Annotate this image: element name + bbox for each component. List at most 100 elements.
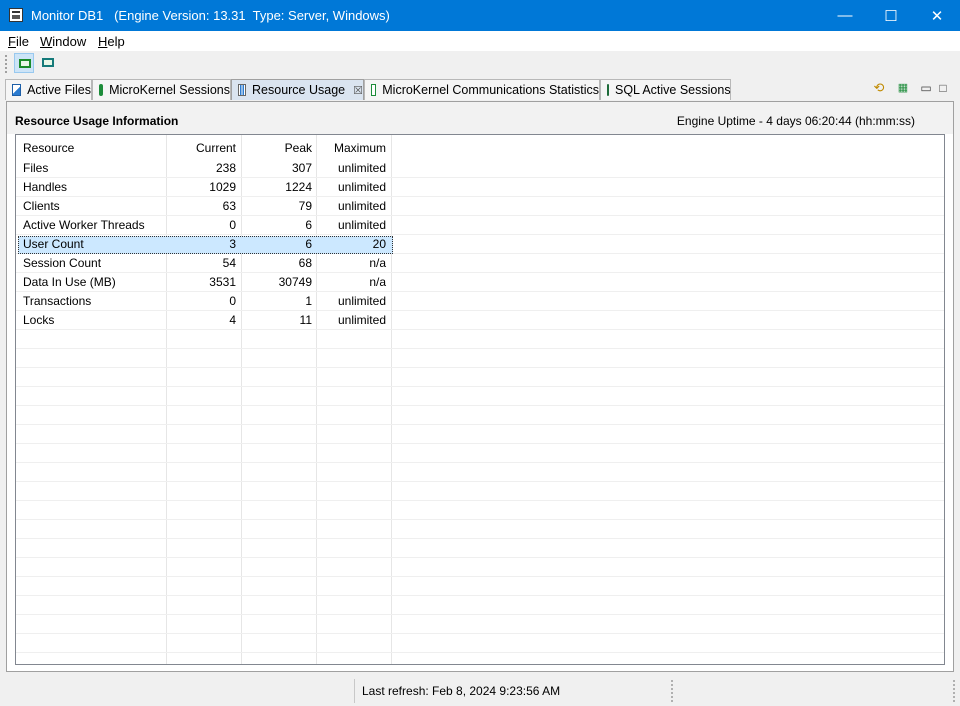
cell-resource: Files xyxy=(23,161,49,175)
resource-table[interactable]: Resource Current Peak Maximum Files 238 30… xyxy=(15,134,945,665)
row-divider xyxy=(16,424,944,425)
panel-title: Resource Usage Information xyxy=(15,114,179,128)
row-divider xyxy=(16,481,944,482)
cell-current: 238 xyxy=(215,161,236,175)
window-title: Monitor DB1 (Engine Version: 13.31 Type:… xyxy=(31,8,390,23)
row-divider xyxy=(16,576,944,577)
resource-usage-panel: Resource Usage Information Engine Uptime… xyxy=(6,101,954,672)
cell-resource: Locks xyxy=(23,313,55,327)
app-icon[interactable] xyxy=(9,8,23,22)
minimize-button[interactable]: — xyxy=(822,0,868,31)
toolbar-grip[interactable] xyxy=(5,55,9,73)
row-divider xyxy=(16,519,944,520)
tab-resource-usage[interactable]: Resource Usage ☒ xyxy=(231,79,364,100)
sync-icon[interactable]: ⟲ xyxy=(871,80,887,96)
column-header-current[interactable]: Current xyxy=(166,135,236,161)
row-divider xyxy=(16,614,944,615)
menu-window-label: indow xyxy=(52,34,87,49)
cell-current: 3531 xyxy=(209,275,236,289)
row-divider xyxy=(16,386,944,387)
cell-maximum: unlimited xyxy=(337,313,386,327)
last-refresh-text: Last refresh: Feb 8, 2024 9:23:56 AM xyxy=(362,684,561,698)
cell-peak: 1224 xyxy=(285,180,312,194)
menu-file[interactable]: File xyxy=(8,34,29,49)
title-bar: Monitor DB1 (Engine Version: 13.31 Type:… xyxy=(0,0,960,31)
tab-label: Active Files xyxy=(27,83,91,97)
menu-help-mnemonic: H xyxy=(98,34,108,49)
cell-maximum: unlimited xyxy=(337,218,386,232)
cell-maximum: unlimited xyxy=(337,199,386,213)
view-maximize-button[interactable]: □ xyxy=(935,80,951,96)
status-separator xyxy=(354,679,357,703)
tab-label: Resource Usage xyxy=(252,83,346,97)
cell-resource: Clients xyxy=(23,199,60,213)
grid-icon[interactable]: ▦ xyxy=(895,80,911,96)
tab-bar: Active Files MicroKernel Sessions Resour… xyxy=(0,77,960,101)
column-header-resource[interactable]: Resource xyxy=(23,135,74,161)
close-button[interactable]: ✕ xyxy=(914,0,960,31)
resource-usage-icon xyxy=(238,84,247,96)
cell-peak: 79 xyxy=(298,199,312,213)
maximize-button[interactable]: ☐ xyxy=(868,0,914,31)
cell-peak: 30749 xyxy=(278,275,312,289)
cell-peak: 1 xyxy=(305,294,312,308)
cell-current: 0 xyxy=(229,218,236,232)
tab-microkernel-sessions[interactable]: MicroKernel Sessions xyxy=(92,79,231,100)
menu-window[interactable]: Window xyxy=(40,34,86,49)
cell-resource: Session Count xyxy=(23,256,102,270)
tab-label: MicroKernel Communications Statistics xyxy=(382,83,599,97)
menu-bar: File Window Help xyxy=(0,31,960,51)
cell-current: 3 xyxy=(229,237,236,251)
column-header-peak[interactable]: Peak xyxy=(241,135,312,161)
row-divider xyxy=(16,633,944,634)
tab-label: MicroKernel Sessions xyxy=(109,83,230,97)
row-divider xyxy=(16,538,944,539)
display-icon xyxy=(42,58,54,67)
communications-icon xyxy=(371,84,377,96)
menu-file-mnemonic: F xyxy=(8,34,16,49)
status-grip xyxy=(953,680,956,702)
status-bar: Last refresh: Feb 8, 2024 9:23:56 AM xyxy=(0,676,960,706)
cell-peak: 6 xyxy=(305,237,312,251)
sessions-icon xyxy=(99,84,104,96)
tab-label: SQL Active Sessions xyxy=(615,83,731,97)
menu-window-mnemonic: W xyxy=(40,34,53,49)
view-minimize-button[interactable]: ▭ xyxy=(918,80,934,96)
tab-microkernel-communications-statistics[interactable]: MicroKernel Communications Statistics xyxy=(364,79,600,100)
column-header-maximum[interactable]: Maximum xyxy=(316,135,386,161)
cell-current: 63 xyxy=(222,199,236,213)
toolbar xyxy=(0,51,960,76)
cell-resource: Data In Use (MB) xyxy=(23,275,116,289)
tab-active-files[interactable]: Active Files xyxy=(5,79,92,100)
cell-resource: Transactions xyxy=(23,294,92,308)
status-grip xyxy=(671,680,674,702)
cell-current: 54 xyxy=(222,256,236,270)
row-divider xyxy=(16,405,944,406)
monitor-toggle-button[interactable] xyxy=(14,53,34,73)
cell-current: 4 xyxy=(229,313,236,327)
tab-sql-active-sessions[interactable]: SQL Active Sessions xyxy=(600,79,731,100)
cell-current: 0 xyxy=(229,294,236,308)
cell-maximum: n/a xyxy=(369,275,386,289)
row-divider xyxy=(16,595,944,596)
sql-sessions-icon xyxy=(607,84,609,96)
row-divider xyxy=(16,367,944,368)
cell-maximum: n/a xyxy=(369,256,386,270)
row-divider xyxy=(16,557,944,558)
cell-maximum: 20 xyxy=(372,237,386,251)
row-divider xyxy=(16,462,944,463)
cell-resource: User Count xyxy=(23,237,84,251)
refresh-view-button[interactable] xyxy=(38,53,58,73)
row-divider xyxy=(16,348,944,349)
cell-resource: Active Worker Threads xyxy=(23,218,145,232)
cell-maximum: unlimited xyxy=(337,294,386,308)
panel-header: Resource Usage Information Engine Uptime… xyxy=(7,102,953,134)
cell-peak: 11 xyxy=(299,313,312,327)
cell-maximum: unlimited xyxy=(337,161,386,175)
menu-help[interactable]: Help xyxy=(98,34,125,49)
cell-peak: 6 xyxy=(305,218,312,232)
cell-maximum: unlimited xyxy=(337,180,386,194)
cell-peak: 307 xyxy=(291,161,312,175)
tab-close-icon[interactable]: ☒ xyxy=(353,84,363,97)
cell-current: 1029 xyxy=(209,180,236,194)
